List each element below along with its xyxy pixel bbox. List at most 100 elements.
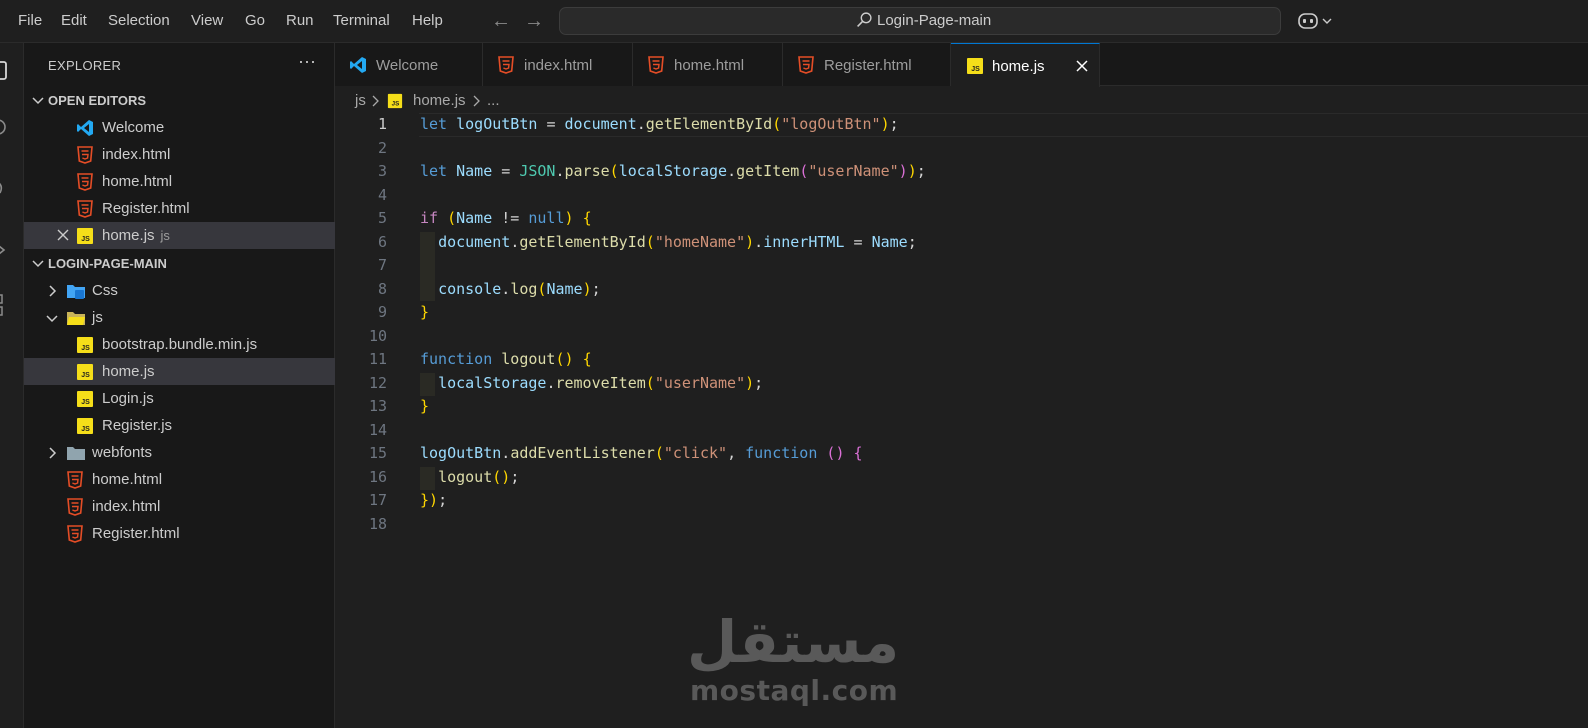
line-number: 15	[368, 444, 387, 462]
code-line[interactable]: console.log(Name);	[420, 278, 601, 301]
source-control-icon[interactable]	[0, 179, 8, 199]
menu-run[interactable]: Run	[286, 12, 314, 29]
close-icon[interactable]	[1075, 59, 1089, 73]
indent-guide	[420, 373, 435, 396]
code-line[interactable]: let logOutBtn = document.getElementById(…	[420, 113, 899, 136]
html-icon	[798, 56, 814, 74]
line-number: 5	[377, 209, 387, 227]
tree-folder-webfonts[interactable]: webfonts	[24, 439, 335, 466]
menu-file[interactable]: File	[18, 12, 42, 29]
chevron-down-icon	[46, 315, 58, 323]
activity-bar	[0, 43, 24, 728]
html-icon	[648, 56, 664, 74]
html-icon	[77, 200, 93, 218]
breadcrumb-folder[interactable]: js	[355, 92, 366, 109]
open-editor-label: home.js js	[102, 227, 170, 244]
open-editor-home-html[interactable]: home.html	[24, 168, 335, 195]
tree-item-label: js	[92, 309, 103, 326]
code-line[interactable]: });	[420, 489, 447, 512]
line-number: 7	[377, 256, 387, 274]
indent-guide	[420, 467, 435, 490]
explorer-icon[interactable]	[0, 59, 8, 81]
svg-text:JS: JS	[81, 236, 90, 243]
search-view-icon[interactable]	[0, 118, 8, 138]
code-line[interactable]: function logout() {	[420, 348, 592, 371]
menu-go[interactable]: Go	[245, 12, 265, 29]
svg-text:JS: JS	[392, 100, 400, 107]
js-icon: JS	[967, 58, 983, 74]
tree-file-login-js[interactable]: JS Login.js	[24, 385, 335, 412]
svg-text:JS: JS	[81, 426, 90, 433]
menu-view[interactable]: View	[191, 12, 223, 29]
open-editors-header[interactable]: OPEN EDITORS	[24, 88, 335, 114]
code-editor[interactable]: 1 2 3 4 5 6 7 8 9 10 11 12 13 14 15 16 17 18 let logOutBt…	[335, 113, 1588, 728]
more-actions-icon[interactable]: ···	[298, 51, 316, 72]
tree-item-label: webfonts	[92, 444, 153, 461]
indent-guide	[420, 278, 435, 301]
open-editor-index-html[interactable]: index.html	[24, 141, 335, 168]
open-editor-register-html[interactable]: Register.html	[24, 195, 335, 222]
chevron-right-icon	[372, 95, 379, 107]
tab-label: Register.html	[824, 57, 912, 74]
indent-guide	[420, 232, 435, 255]
vscode-icon	[77, 120, 93, 136]
code-line[interactable]: }	[420, 301, 429, 324]
svg-text:JS: JS	[81, 399, 90, 406]
run-debug-icon[interactable]	[0, 240, 8, 260]
js-icon: JS	[387, 93, 403, 109]
breadcrumb-symbol[interactable]: ...	[487, 92, 500, 109]
tree-file-register-html[interactable]: Register.html	[24, 520, 335, 547]
tree-file-home-js[interactable]: JS home.js	[24, 358, 335, 385]
menu-terminal[interactable]: Terminal	[333, 12, 390, 29]
chevron-right-icon	[473, 95, 480, 107]
open-editor-label: home.html	[102, 173, 173, 190]
tab-home-js[interactable]: JS home.js	[951, 43, 1100, 87]
svg-text:JS: JS	[81, 372, 90, 379]
tree-folder-css[interactable]: Css	[24, 277, 335, 304]
tree-file-register-js[interactable]: JS Register.js	[24, 412, 335, 439]
code-line[interactable]: if (Name != null) {	[420, 207, 592, 230]
menu-edit[interactable]: Edit	[61, 12, 87, 29]
line-number: 9	[377, 303, 387, 321]
tree-file-bootstrap-js[interactable]: JS bootstrap.bundle.min.js	[24, 331, 335, 358]
code-line[interactable]: let Name = JSON.parse(localStorage.getIt…	[420, 160, 926, 183]
open-editor-home-js[interactable]: JS home.js js	[24, 222, 335, 249]
menu-selection[interactable]: Selection	[108, 12, 170, 29]
tab-home-html[interactable]: home.html	[633, 43, 783, 86]
open-editor-label: Register.html	[102, 200, 190, 217]
tree-file-home-html[interactable]: home.html	[24, 466, 335, 493]
extensions-icon[interactable]	[0, 293, 8, 327]
tab-register-html[interactable]: Register.html	[783, 43, 951, 86]
close-icon[interactable]	[56, 228, 70, 242]
indent-guide	[420, 255, 435, 278]
tab-index-html[interactable]: index.html	[483, 43, 633, 86]
open-editor-welcome[interactable]: Welcome	[24, 114, 335, 141]
code-line[interactable]: }	[420, 395, 429, 418]
copilot-icon[interactable]	[1297, 11, 1337, 31]
chevron-down-icon	[32, 97, 44, 105]
open-editor-label: Welcome	[102, 119, 165, 136]
svg-text:JS: JS	[81, 345, 90, 352]
line-number: 6	[377, 232, 387, 251]
command-center-text: Login-Page-main	[877, 12, 992, 29]
forward-arrow-icon[interactable]: →	[524, 10, 544, 33]
tree-item-label: Css	[92, 282, 118, 299]
back-arrow-icon[interactable]: ←	[491, 10, 511, 33]
code-line[interactable]: document.getElementById("homeName").inne…	[420, 231, 917, 254]
tree-file-index-html[interactable]: index.html	[24, 493, 335, 520]
line-number: 10	[368, 326, 387, 345]
search-icon	[857, 12, 872, 27]
watermark-arabic: مستقل	[687, 608, 900, 676]
tab-label: home.html	[674, 57, 745, 74]
tree-item-label: index.html	[92, 498, 161, 515]
code-line[interactable]: logOutBtn.addEventListener("click", func…	[420, 442, 863, 465]
tree-item-label: home.html	[92, 471, 163, 488]
tab-welcome[interactable]: Welcome	[335, 43, 483, 86]
title-bar: File Edit Selection View Go Run Terminal…	[0, 0, 1588, 43]
code-line[interactable]: localStorage.removeItem("userName");	[420, 372, 763, 395]
tree-folder-js[interactable]: js	[24, 304, 335, 331]
tab-label: Welcome	[376, 57, 439, 74]
menu-help[interactable]: Help	[412, 12, 443, 29]
breadcrumb-file[interactable]: home.js	[413, 92, 466, 109]
project-folder-header[interactable]: LOGIN-PAGE-MAIN	[24, 250, 335, 276]
